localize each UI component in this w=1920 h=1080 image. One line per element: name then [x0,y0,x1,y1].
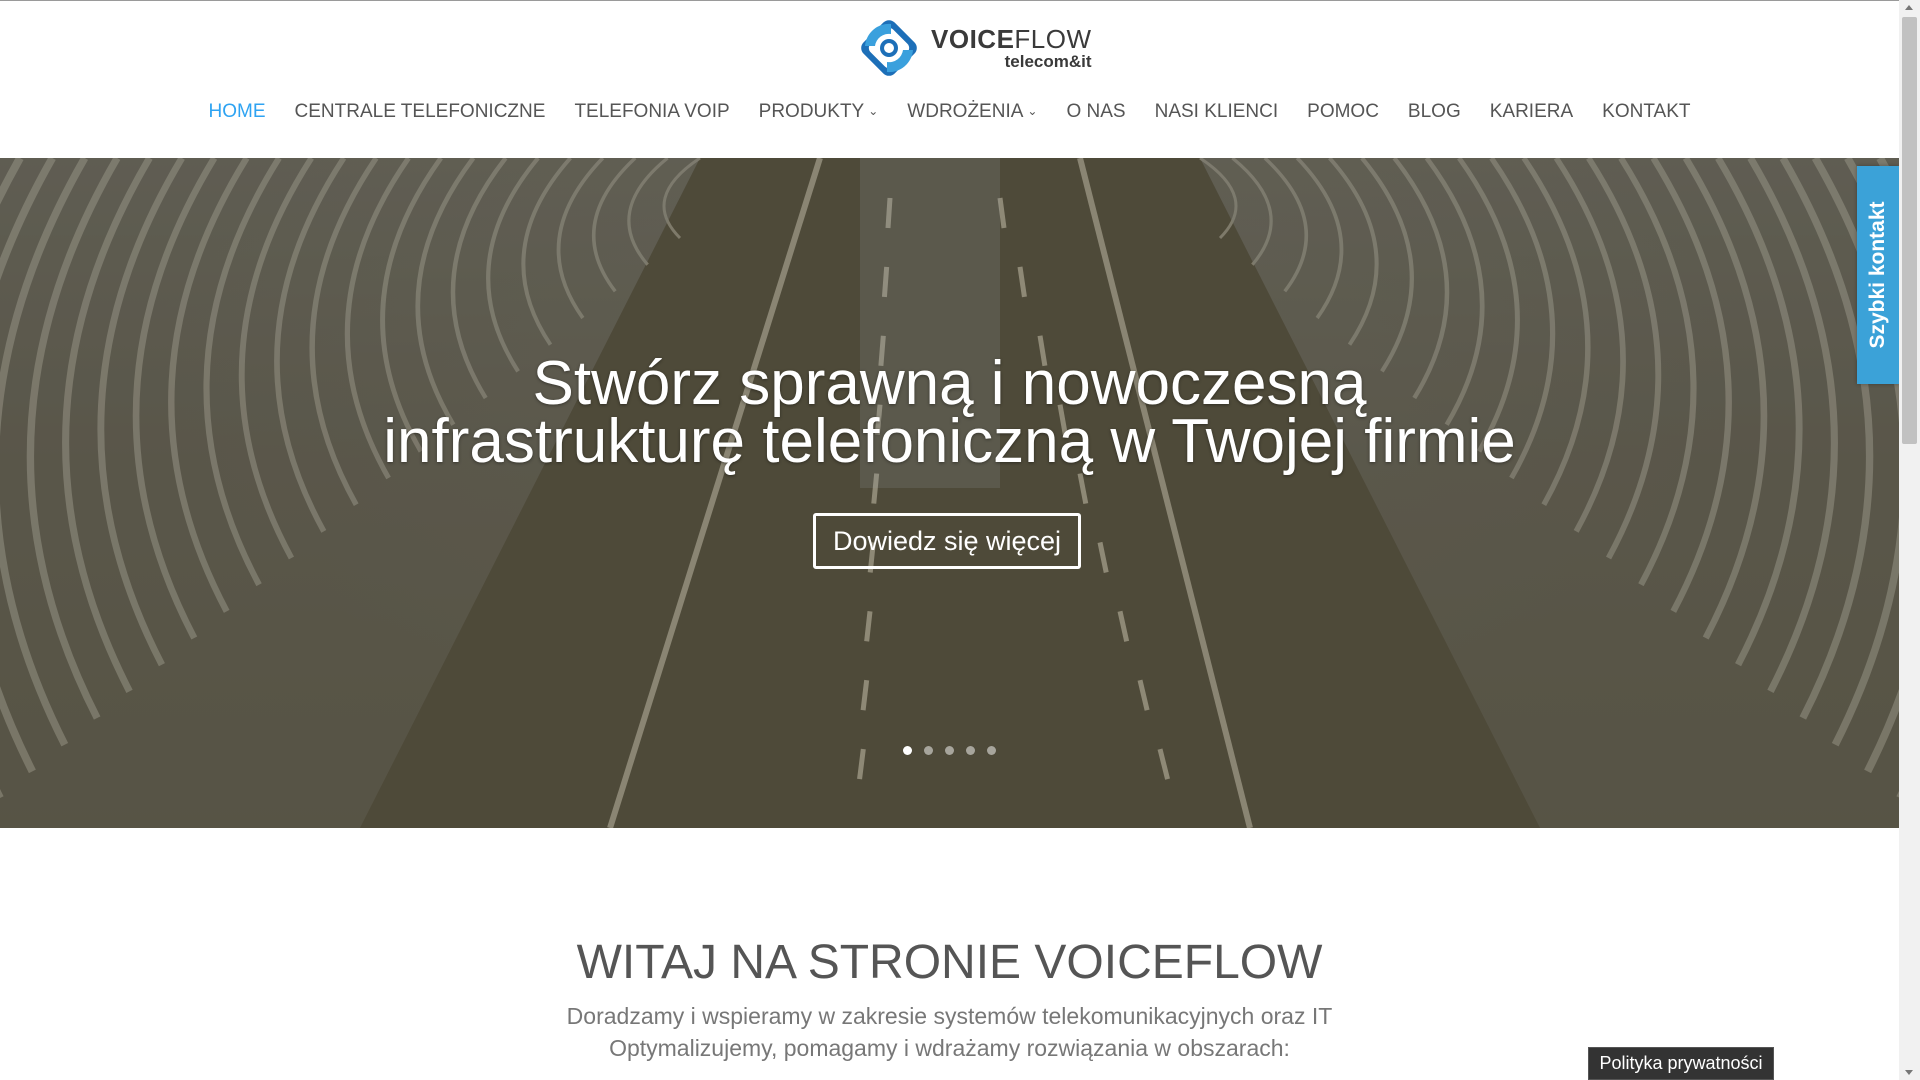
nav-item-label: TELEFONIA VOIP [574,101,730,122]
scroll-up-arrow-icon[interactable] [1905,5,1913,10]
slider-dot[interactable] [965,746,975,755]
nav-item-kariera[interactable]: KARIERA [1490,101,1573,123]
nav-item-blog[interactable]: BLOG [1408,101,1461,123]
slider-dot[interactable] [902,746,912,755]
nav-item-label: O NAS [1066,101,1126,122]
welcome-title: WITAJ NA STRONIE VOICEFLOW [576,936,1323,989]
nav-item-label: POMOC [1307,101,1379,122]
nav-item-label: KARIERA [1489,101,1574,122]
slider-dot[interactable] [944,746,954,755]
voiceflow-logo-icon [861,20,917,76]
slider-dot[interactable] [986,746,996,755]
scroll-down-arrow-icon[interactable] [1905,1070,1913,1075]
nav-item-centrale-telefoniczne[interactable]: CENTRALE TELEFONICZNE [295,101,546,123]
slider-pagination [0,746,1899,755]
nav-item-home[interactable]: HOME [209,101,266,123]
nav-item-pomoc[interactable]: POMOC [1307,101,1379,123]
slider-dot[interactable] [923,746,933,755]
chevron-down-icon: ⌄ [868,104,879,118]
nav-item-label: NASI KLIENCI [1154,101,1279,122]
nav-item-produkty[interactable]: PRODUKTY ⌄ [759,101,879,123]
nav-item-label: KONTAKT [1602,101,1691,122]
nav-item-o-nas[interactable]: O NAS [1066,101,1125,123]
nav-item-label: CENTRALE TELEFONICZNE [294,101,546,122]
nav-item-telefonia-voip[interactable]: TELEFONIA VOIP [574,101,729,123]
nav-item-label: HOME [208,101,266,122]
site-header: VOICEFLOW telecom&it HOME CENTRALE TELEFO… [0,1,1899,158]
logo-tagline: telecom&it [1004,52,1092,71]
quick-contact-label: Szybki kontakt [1866,201,1889,349]
nav-item-label: WDROŻENIA [907,101,1024,122]
hero-slider: Stwórz sprawną i nowoczesną infrastruktu… [0,158,1899,828]
welcome-text-line1: Doradzamy i wspieramy w zakresie systemó… [566,1003,1333,1029]
hero-title: Stwórz sprawną i nowoczesną infrastruktu… [383,349,1516,476]
nav-item-wdrożenia[interactable]: WDROŻENIA ⌄ [907,101,1037,123]
nav-item-nasi-klienci[interactable]: NASI KLIENCI [1155,101,1279,123]
nav-item-label: BLOG [1407,101,1461,122]
hero-background-image [0,158,1899,828]
scrollbar-thumb[interactable] [1902,17,1917,444]
main-nav: HOME CENTRALE TELEFONICZNE TELEFONIA VOIP P… [0,101,1899,123]
logo[interactable]: VOICEFLOW telecom&it [853,11,1092,85]
quick-contact-tab[interactable]: Szybki kontakt [1857,166,1899,384]
chevron-down-icon: ⌄ [1027,104,1038,118]
learn-more-button[interactable]: Dowiedz się więcej [813,513,1081,569]
logo-name: VOICEFLOW [931,24,1092,54]
privacy-policy-button[interactable]: Polityka prywatności [1588,1047,1774,1080]
page-scrollbar[interactable] [1899,0,1920,1080]
nav-item-label: PRODUKTY [758,101,865,122]
nav-item-kontakt[interactable]: KONTAKT [1602,101,1690,123]
